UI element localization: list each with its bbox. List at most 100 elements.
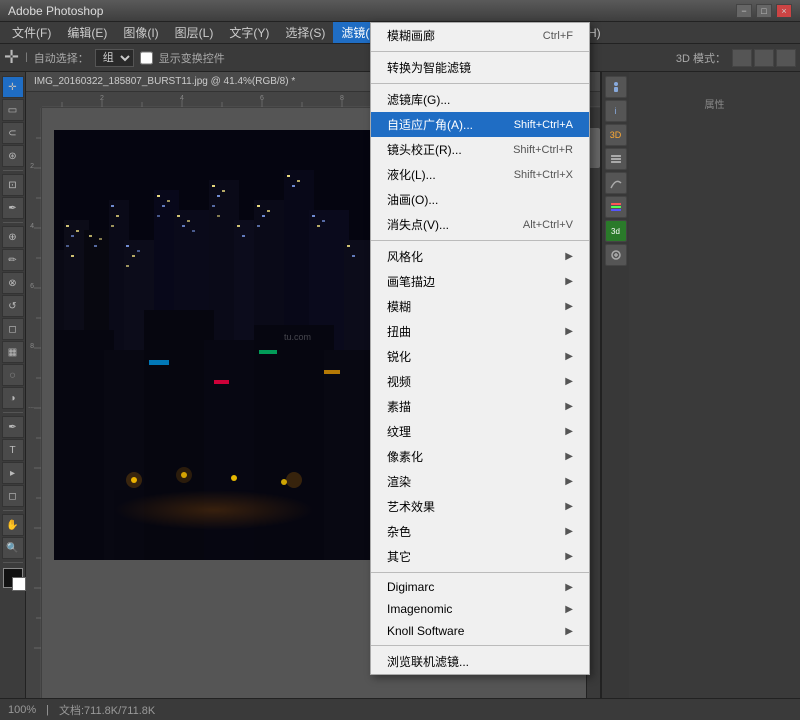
window-title: Adobe Photoshop [8,4,103,18]
3d-pan-btn[interactable] [754,49,774,67]
show-transform-checkbox[interactable] [140,49,153,67]
menu-item-browse-online[interactable]: 浏览联机滤镜... [371,649,589,674]
panel-attributes-icon[interactable] [605,76,627,98]
tool-blur[interactable]: ◌ [2,364,24,386]
city-svg: tu.com [54,130,374,560]
menu-item-sketch[interactable]: 素描 ▶ [371,394,589,419]
menu-edit[interactable]: 编辑(E) [59,22,115,43]
title-bar: Adobe Photoshop − □ × [0,0,800,22]
close-button[interactable]: × [776,4,792,18]
tool-eraser[interactable]: ◻ [2,318,24,340]
menu-item-texture[interactable]: 纹理 ▶ [371,419,589,444]
menu-item-distort[interactable]: 模糊 ▶ [371,294,589,319]
move-tool-icon[interactable]: ✛ [4,47,19,68]
tool-heal[interactable]: ⊕ [2,226,24,248]
tool-eyedropper[interactable]: ✒ [2,197,24,219]
menu-item-stylize[interactable]: 风格化 ▶ [371,244,589,269]
menu-item-liquify[interactable]: 液化(L)... Shift+Ctrl+X [371,162,589,187]
zoom-level: 100% [8,704,36,716]
svg-text:8: 8 [340,95,344,102]
tool-path-select[interactable]: ▸ [2,462,24,484]
auto-select-label: 自动选择： [34,50,89,66]
status-separator: | [46,704,49,716]
menu-item-knoll[interactable]: Knoll Software ▶ [371,620,589,642]
menu-item-pixelate[interactable]: 像素化 ▶ [371,444,589,469]
svg-text:4: 4 [180,95,184,102]
menu-sep-1 [371,51,589,52]
auto-select-dropdown[interactable]: 组 [95,49,134,67]
3d-rotate-btn[interactable] [732,49,752,67]
tool-sep-5 [3,562,23,563]
tool-quick-select[interactable]: ⊛ [2,145,24,167]
svg-text:2: 2 [30,163,34,170]
tool-sep-1 [3,170,23,171]
tool-clone[interactable]: ⊗ [2,272,24,294]
tool-text[interactable]: T [2,439,24,461]
3d-zoom-btn[interactable] [776,49,796,67]
tool-pen[interactable]: ✒ [2,416,24,438]
menu-item-adaptive-wide[interactable]: 自适应广角(A)... Shift+Ctrl+A [371,112,589,137]
right-panel: i 3D [600,72,800,698]
panel-layers-icon[interactable] [605,148,627,170]
ruler-vertical: 2 4 6 8 ... [26,108,42,698]
menu-image[interactable]: 图像(I) [115,22,166,43]
panel-channels-icon[interactable] [605,196,627,218]
background-color[interactable] [12,577,26,591]
tool-shape[interactable]: ◻ [2,485,24,507]
panel-info-icon[interactable]: i [605,100,627,122]
menu-item-digimarc[interactable]: Digimarc ▶ [371,576,589,598]
city-scene: tu.com [54,130,374,560]
tool-lasso[interactable]: ⊂ [2,122,24,144]
panel-3d-bottom-icon[interactable]: 3d [605,220,627,242]
svg-text:6: 6 [260,95,264,102]
canvas-image: tu.com [54,130,374,560]
tool-crop[interactable]: ⊡ [2,174,24,196]
menu-item-filter-gallery[interactable]: 模糊画廊 Ctrl+F [371,23,589,48]
menu-sep-5 [371,645,589,646]
svg-text:...: ... [28,403,34,410]
tool-history-brush[interactable]: ↺ [2,295,24,317]
panel-content-area: 属性 [629,72,800,698]
menu-item-filter-library[interactable]: 滤镜库(G)... [371,87,589,112]
tool-move[interactable]: ✛ [2,76,24,98]
canvas-tab-title: IMG_20160322_185807_BURST11.jpg @ 41.4%(… [34,76,295,87]
tool-brush[interactable]: ✏ [2,249,24,271]
filter-dropdown-menu: 模糊画廊 Ctrl+F 转换为智能滤镜 滤镜库(G)... 自适应广角(A)..… [370,22,590,675]
menu-item-vanishing-point[interactable]: 消失点(V)... Alt+Ctrl+V [371,212,589,237]
foreground-color[interactable] [3,568,23,588]
status-bar: 100% | 文档:711.8K/711.8K [0,698,800,720]
tool-hand[interactable]: ✋ [2,514,24,536]
menu-item-render[interactable]: 渲染 ▶ [371,469,589,494]
svg-text:8: 8 [30,343,34,350]
menu-item-video[interactable]: 视频 ▶ [371,369,589,394]
panel-extra-icon[interactable] [605,244,627,266]
menu-file[interactable]: 文件(F) [4,22,59,43]
menu-layer[interactable]: 图层(L) [167,22,222,43]
left-toolbar: ✛ ▭ ⊂ ⊛ ⊡ ✒ ⊕ ✏ ⊗ ↺ ◻ ▦ ◌ ◑ ✒ T ▸ ◻ ✋ 🔍 [0,72,26,698]
menu-item-oil-paint[interactable]: 油画(O)... [371,187,589,212]
show-transform-label: 显示变换控件 [159,50,225,66]
menu-sep-4 [371,572,589,573]
svg-text:6: 6 [30,283,34,290]
panel-paths-icon[interactable] [605,172,627,194]
tool-zoom[interactable]: 🔍 [2,537,24,559]
menu-item-imagenomic[interactable]: Imagenomic ▶ [371,598,589,620]
menu-sep-2 [371,83,589,84]
panel-placeholder: 属性 [633,96,796,111]
menu-item-lens-correction[interactable]: 镜头校正(R)... Shift+Ctrl+R [371,137,589,162]
menu-item-noise[interactable]: 杂色 ▶ [371,519,589,544]
menu-item-convert-smart[interactable]: 转换为智能滤镜 [371,55,589,80]
menu-item-artistic[interactable]: 艺术效果 ▶ [371,494,589,519]
menu-item-other[interactable]: 其它 ▶ [371,544,589,569]
menu-item-warp[interactable]: 扭曲 ▶ [371,319,589,344]
maximize-button[interactable]: □ [756,4,772,18]
panel-3d-top-icon[interactable]: 3D [605,124,627,146]
minimize-button[interactable]: − [736,4,752,18]
tool-dodge[interactable]: ◑ [2,387,24,409]
menu-item-sharpen[interactable]: 锐化 ▶ [371,344,589,369]
tool-gradient[interactable]: ▦ [2,341,24,363]
menu-text[interactable]: 文字(Y) [221,22,277,43]
menu-select[interactable]: 选择(S) [277,22,333,43]
menu-item-brush-strokes[interactable]: 画笔描边 ▶ [371,269,589,294]
tool-select-rect[interactable]: ▭ [2,99,24,121]
